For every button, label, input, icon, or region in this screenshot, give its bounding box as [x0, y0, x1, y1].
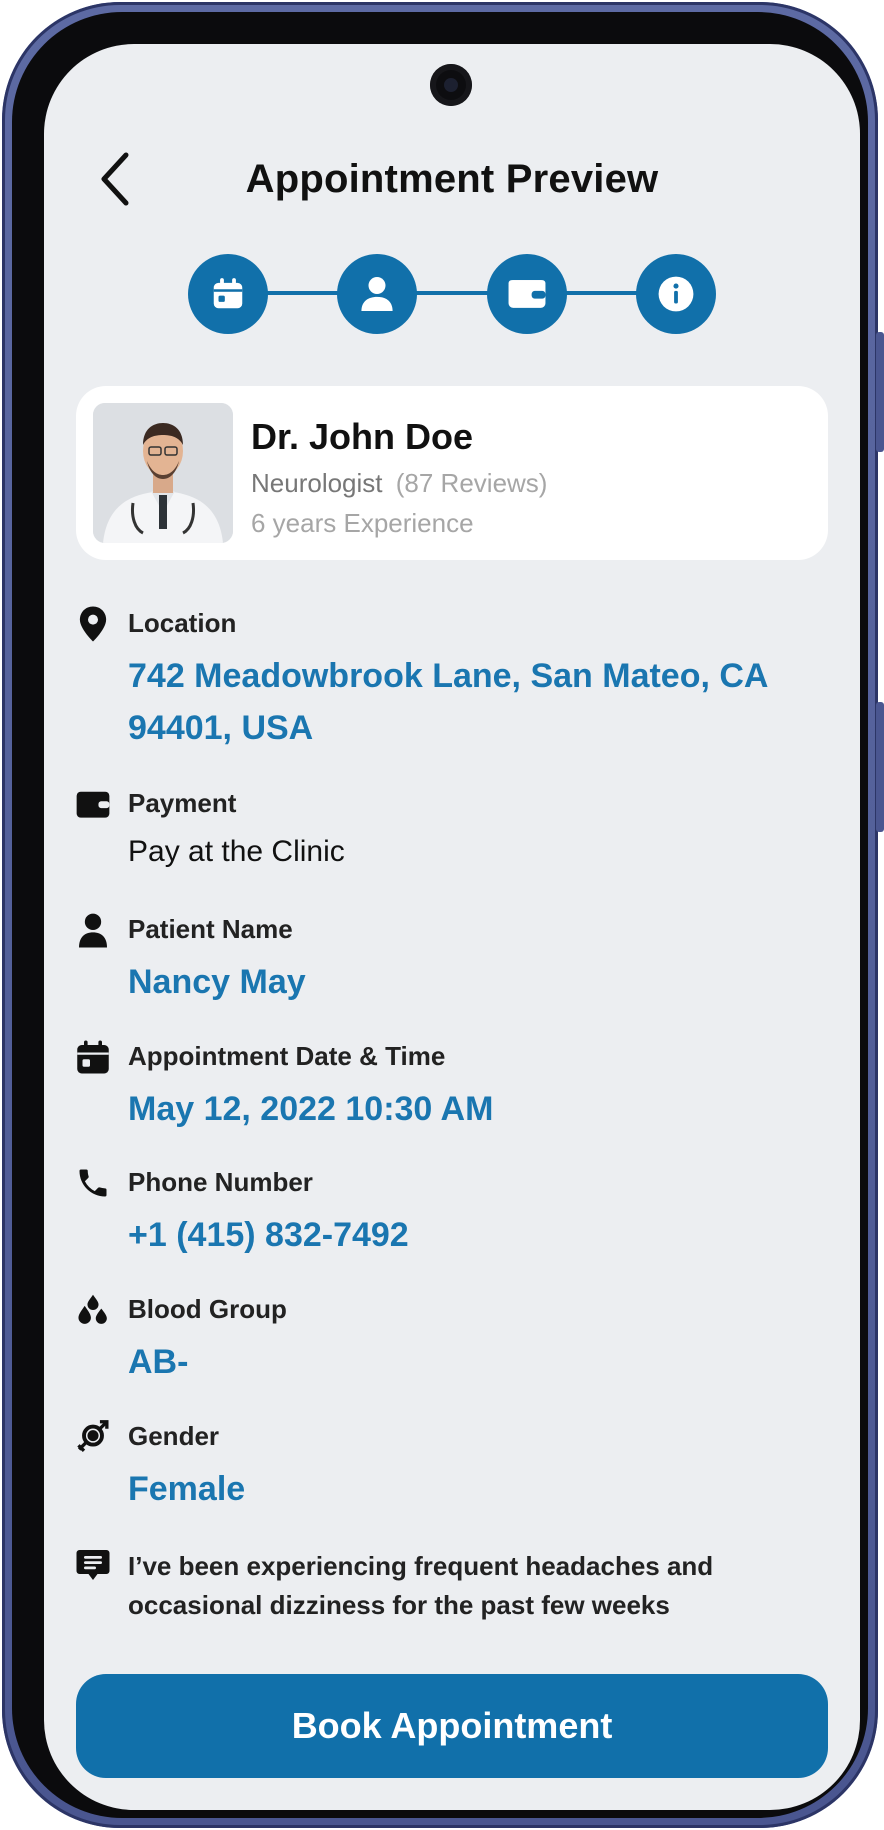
blood-group-value: AB- — [128, 1343, 189, 1381]
gender-label: Gender — [128, 1421, 220, 1451]
patient-label: Patient Name — [128, 914, 293, 944]
doctor-specialty-line: Neurologist (87 Reviews) — [251, 468, 547, 499]
payment-value: Pay at the Clinic — [128, 835, 345, 868]
patient-value: Nancy May — [128, 963, 306, 1001]
calendar-icon — [213, 278, 243, 309]
phone-icon — [75, 1165, 111, 1201]
power-button — [876, 332, 884, 452]
user-icon — [361, 277, 393, 311]
doctor-reviews: (87 Reviews) — [395, 468, 548, 498]
screen: Appointment Preview Dr. John Doe Neurolo… — [44, 44, 860, 1810]
page-title: Appointment Preview — [245, 157, 659, 201]
step-schedule[interactable] — [188, 254, 268, 334]
phone-label: Phone Number — [128, 1167, 313, 1197]
datetime-value: May 12, 2022 10:30 AM — [128, 1090, 494, 1128]
doctor-photo — [93, 403, 233, 543]
progress-stepper — [188, 254, 716, 334]
step-patient[interactable] — [337, 254, 417, 334]
header: Appointment Preview — [44, 149, 860, 209]
location-value[interactable]: 742 Meadowbrook Lane, San Mateo, CA 9440… — [128, 650, 828, 754]
front-camera — [430, 64, 472, 106]
payment-label: Payment — [128, 788, 237, 818]
stepper-connector — [248, 291, 668, 295]
info-icon — [658, 276, 694, 312]
doctor-name: Dr. John Doe — [251, 416, 474, 457]
wallet-icon — [508, 280, 546, 308]
datetime-label: Appointment Date & Time — [128, 1041, 446, 1071]
blood-drops-icon — [75, 1292, 111, 1328]
message-icon — [75, 1547, 111, 1583]
step-confirm[interactable] — [636, 254, 716, 334]
volume-button — [876, 702, 884, 832]
doctor-card[interactable]: Dr. John Doe Neurologist (87 Reviews) 6 … — [76, 386, 828, 560]
phone-bezel: Appointment Preview Dr. John Doe Neurolo… — [12, 12, 868, 1818]
phone-value[interactable]: +1 (415) 832-7492 — [128, 1209, 828, 1261]
gender-icon — [75, 1419, 111, 1455]
doctor-specialty: Neurologist — [251, 468, 383, 498]
blood-group-label: Blood Group — [128, 1294, 287, 1324]
map-pin-icon — [75, 606, 111, 642]
step-payment[interactable] — [487, 254, 567, 334]
doctor-avatar — [93, 403, 233, 543]
calendar-icon — [75, 1039, 111, 1075]
user-icon — [75, 912, 111, 948]
location-label: Location — [128, 608, 237, 638]
wallet-icon — [75, 786, 111, 822]
doctor-experience: 6 years Experience — [251, 508, 474, 538]
gender-value: Female — [128, 1470, 246, 1508]
book-appointment-button[interactable]: Book Appointment — [76, 1674, 828, 1778]
patient-note: I’ve been experiencing frequent headache… — [128, 1551, 714, 1620]
phone-frame: Appointment Preview Dr. John Doe Neurolo… — [2, 2, 884, 1828]
